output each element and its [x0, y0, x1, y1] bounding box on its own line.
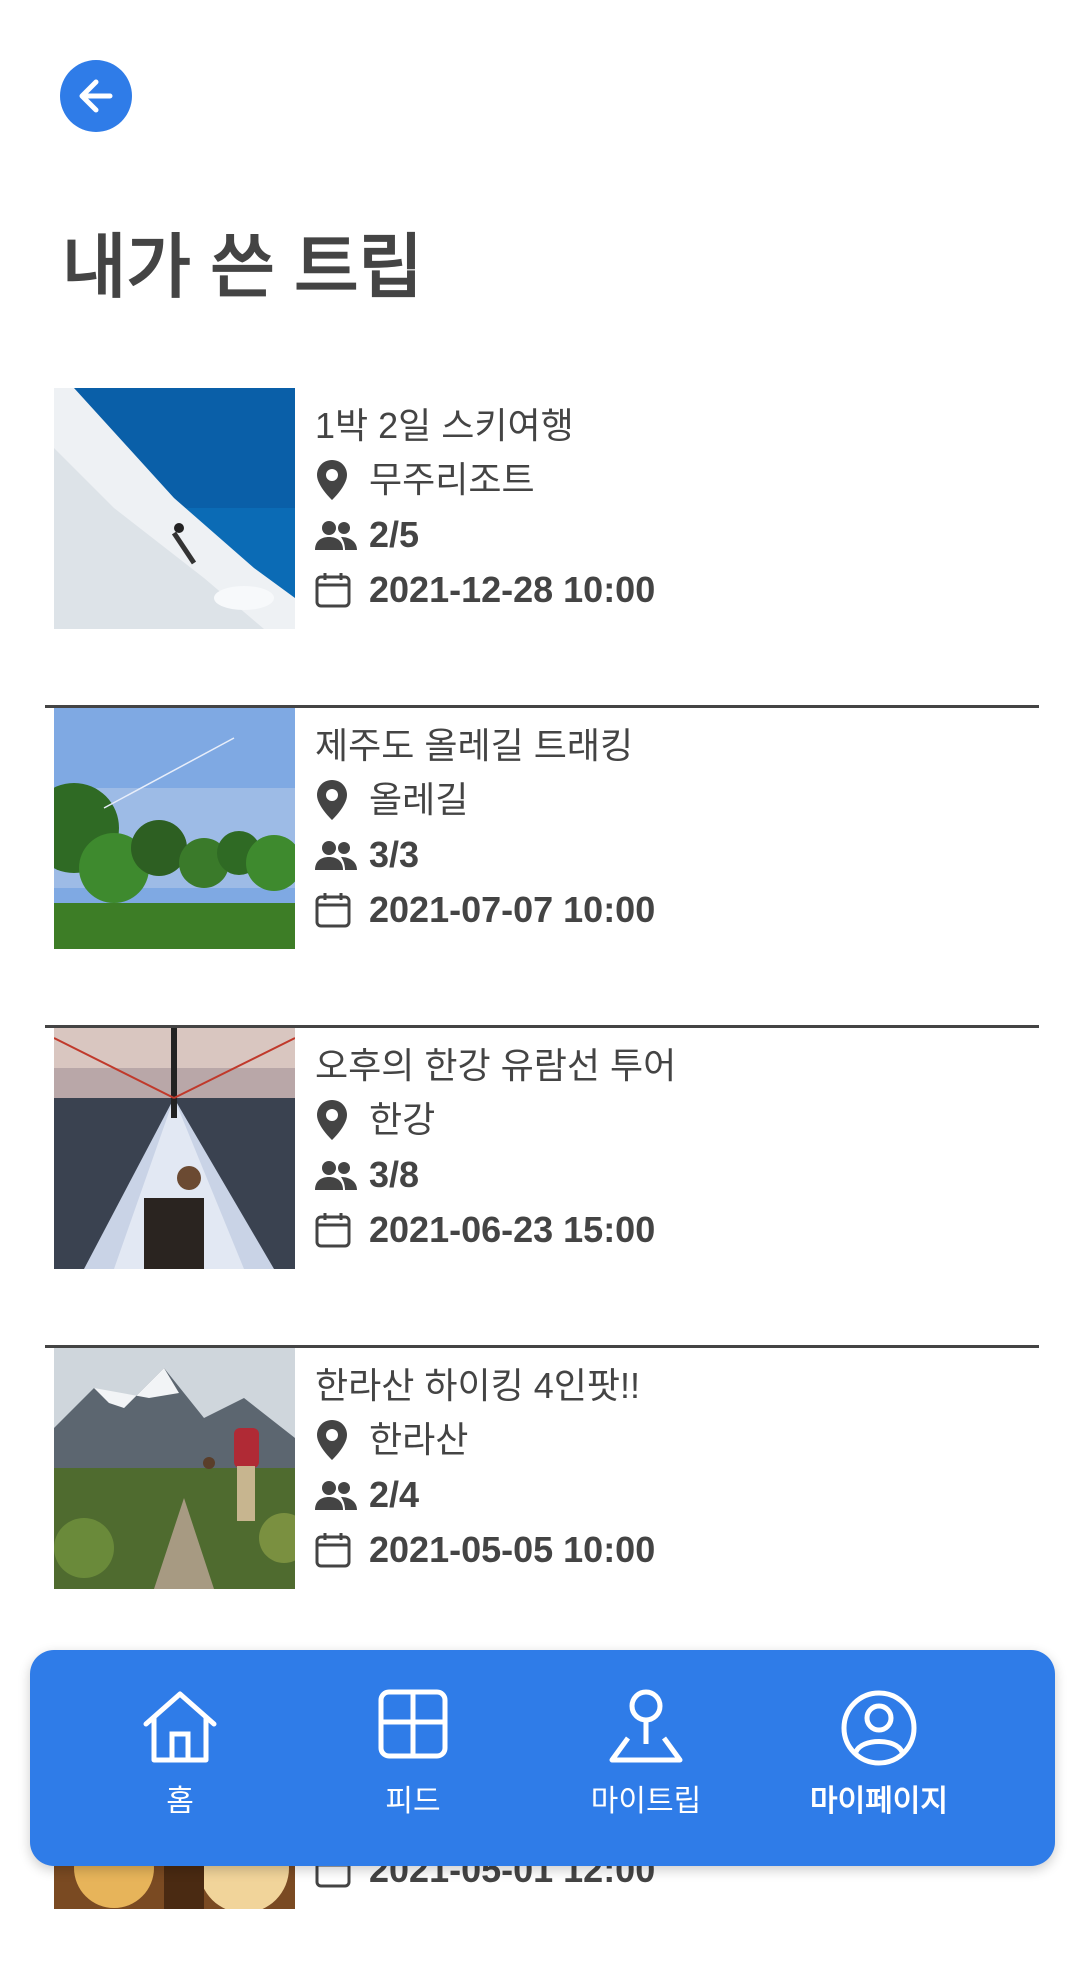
trip-item[interactable]: 제주도 올레길 트래킹 올레길 3/3 2021-07-07 10:00 [45, 708, 1039, 1028]
people-icon [315, 840, 369, 870]
trip-title: 1박 2일 스키여행 [315, 405, 574, 446]
trip-item[interactable]: 1박 2일 스키여행 무주리조트 2/5 2021-12-28 10:00 [45, 388, 1039, 708]
people-icon [315, 1160, 369, 1190]
trip-datetime: 2021-12-28 10:00 [369, 568, 656, 610]
nav-item-feed[interactable]: 피드 [313, 1688, 513, 1820]
trip-thumbnail-park [54, 708, 295, 949]
trip-thumbnail-ski [54, 388, 295, 629]
feed-grid-icon [313, 1688, 513, 1770]
location-pin-icon [315, 1099, 369, 1141]
location-pin-icon [315, 1419, 369, 1461]
nav-item-mytrip[interactable]: 마이트립 [546, 1688, 746, 1820]
trip-title: 제주도 올레길 트래킹 [315, 725, 634, 766]
trip-location: 올레길 [369, 778, 469, 820]
arrow-left-icon [79, 79, 113, 113]
trip-item[interactable]: 한라산 하이킹 4인팟!! 한라산 2/4 2021-05-05 10:00 [45, 1348, 1039, 1668]
nav-item-mypage[interactable]: 마이페이지 [779, 1688, 979, 1820]
calendar-icon [315, 892, 369, 928]
trip-location: 한강 [369, 1098, 436, 1140]
nav-item-home[interactable]: 홈 [80, 1688, 280, 1820]
trip-location: 한라산 [369, 1418, 469, 1460]
back-button[interactable] [60, 60, 132, 132]
people-icon [315, 1480, 369, 1510]
bottom-nav: 홈 피드 마이트립 마이페이지 [30, 1650, 1055, 1866]
nav-label-home: 홈 [166, 1785, 194, 1818]
calendar-icon [315, 1532, 369, 1568]
trip-location: 무주리조트 [369, 458, 535, 500]
trip-datetime: 2021-06-23 15:00 [369, 1208, 656, 1250]
trip-title: 한라산 하이킹 4인팟!! [315, 1365, 640, 1406]
nav-label-mypage: 마이페이지 [810, 1785, 948, 1818]
page-title: 내가 쓴 트립 [62, 228, 423, 306]
home-icon [80, 1688, 280, 1770]
nav-label-mytrip: 마이트립 [590, 1785, 702, 1818]
trip-members: 2/4 [369, 1473, 420, 1515]
trip-datetime: 2021-05-05 10:00 [369, 1528, 656, 1570]
people-icon [315, 520, 369, 550]
user-circle-icon [779, 1688, 979, 1770]
trip-thumbnail-hiking [54, 1348, 295, 1589]
nav-label-feed: 피드 [385, 1785, 441, 1818]
trip-thumbnail-boat [54, 1028, 295, 1269]
trip-members: 2/5 [369, 513, 420, 555]
map-pin-icon [546, 1688, 746, 1770]
trip-datetime: 2021-07-07 10:00 [369, 888, 656, 930]
location-pin-icon [315, 459, 369, 501]
trip-title: 오후의 한강 유람선 투어 [315, 1045, 677, 1086]
calendar-icon [315, 572, 369, 608]
trip-members: 3/8 [369, 1153, 420, 1195]
location-pin-icon [315, 779, 369, 821]
trip-members: 3/3 [369, 833, 420, 875]
calendar-icon [315, 1212, 369, 1248]
trip-item[interactable]: 오후의 한강 유람선 투어 한강 3/8 2021-06-23 15:00 [45, 1028, 1039, 1348]
